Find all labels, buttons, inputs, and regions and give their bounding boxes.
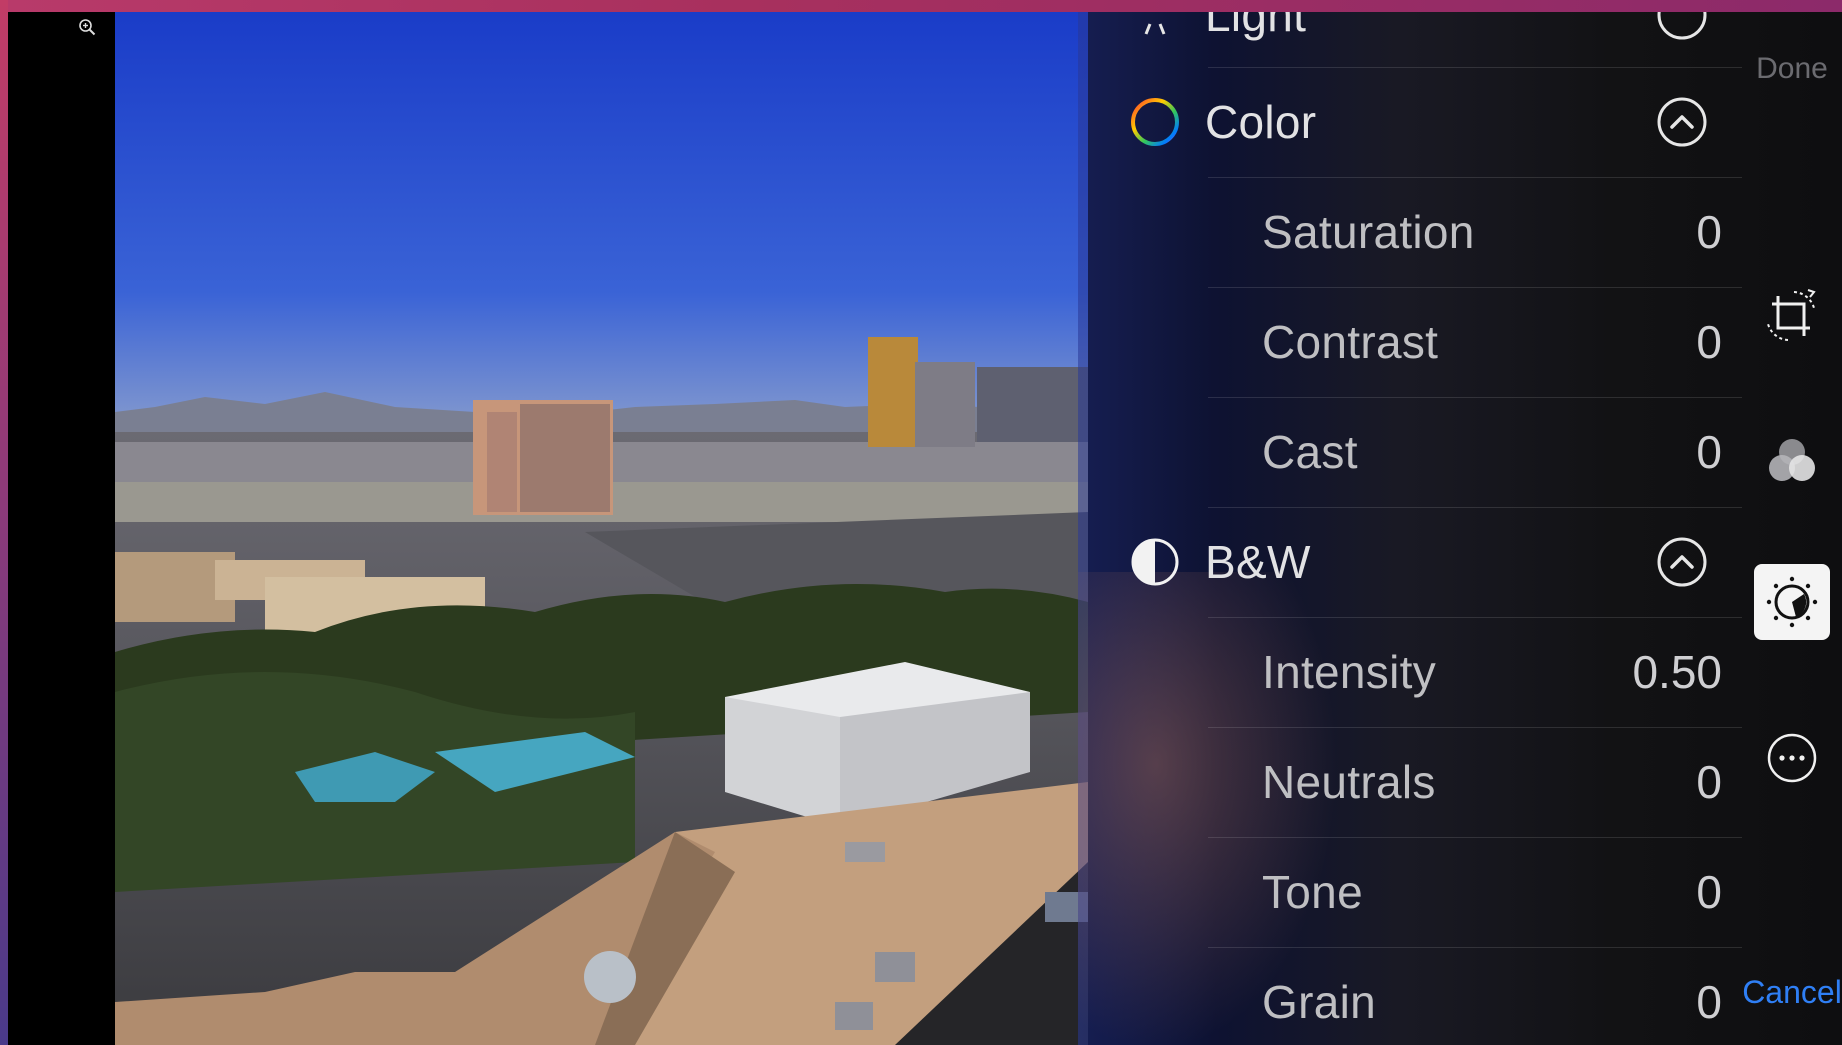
adjustment-label: Saturation: [1262, 206, 1475, 258]
adjustment-label: Tone: [1262, 866, 1363, 918]
adjustment-label: Intensity: [1262, 646, 1437, 698]
adjustment-row-tone[interactable]: Tone 0: [1078, 837, 1742, 947]
adjust-icon[interactable]: [1760, 570, 1824, 634]
crop-rotate-icon[interactable]: [1760, 284, 1824, 348]
done-button[interactable]: Done: [1742, 52, 1842, 86]
chevron-up-icon[interactable]: [1656, 12, 1708, 41]
light-icon: [1144, 23, 1166, 35]
window-frame-top: [0, 0, 1842, 12]
color-wheel-icon: [1131, 98, 1179, 146]
adjustment-value: 0: [1696, 426, 1722, 478]
half-circle-icon: [1131, 538, 1179, 586]
photos-edit-screen: Light Color Saturation 0 Contrast 0 Cast…: [8, 12, 1842, 1045]
filters-icon[interactable]: [1760, 430, 1824, 494]
section-title: Light: [1205, 12, 1307, 41]
adjustment-label: Grain: [1262, 976, 1376, 1028]
adjustment-label: Cast: [1262, 426, 1358, 478]
photo-preview[interactable]: [115, 12, 1088, 1045]
photo-image: [115, 12, 1088, 1045]
adjustment-row-saturation[interactable]: Saturation 0: [1078, 177, 1742, 287]
adjustment-value: 0: [1696, 976, 1722, 1028]
chevron-up-icon[interactable]: [1656, 536, 1708, 588]
edit-toolbar: Done Cancel: [1742, 12, 1842, 1045]
section-title: B&W: [1205, 536, 1311, 588]
adjustment-label: Neutrals: [1262, 756, 1436, 808]
cancel-button[interactable]: Cancel: [1742, 974, 1842, 1011]
section-bw[interactable]: B&W: [1078, 507, 1742, 617]
adjustment-value: 0: [1696, 206, 1722, 258]
adjustment-row-cast[interactable]: Cast 0: [1078, 397, 1742, 507]
adjustment-row-neutrals[interactable]: Neutrals 0: [1078, 727, 1742, 837]
section-light[interactable]: Light: [1078, 12, 1742, 70]
adjustment-row-intensity[interactable]: Intensity 0.50: [1078, 617, 1742, 727]
section-color[interactable]: Color: [1078, 67, 1742, 177]
chevron-up-icon[interactable]: [1656, 96, 1708, 148]
adjustment-value: 0: [1696, 316, 1722, 368]
adjustments-panel[interactable]: Light Color Saturation 0 Contrast 0 Cast…: [1078, 12, 1842, 1045]
zoom-icon[interactable]: [78, 18, 96, 36]
adjustment-value: 0: [1696, 756, 1722, 808]
adjustment-label: Contrast: [1262, 316, 1439, 368]
adjustment-row-contrast[interactable]: Contrast 0: [1078, 287, 1742, 397]
adjustment-value: 0.50: [1632, 646, 1722, 698]
more-icon[interactable]: [1760, 726, 1824, 790]
window-frame-left: [0, 0, 8, 1045]
adjustment-row-grain[interactable]: Grain 0: [1078, 947, 1742, 1045]
section-title: Color: [1205, 96, 1317, 148]
adjustment-value: 0: [1696, 866, 1722, 918]
